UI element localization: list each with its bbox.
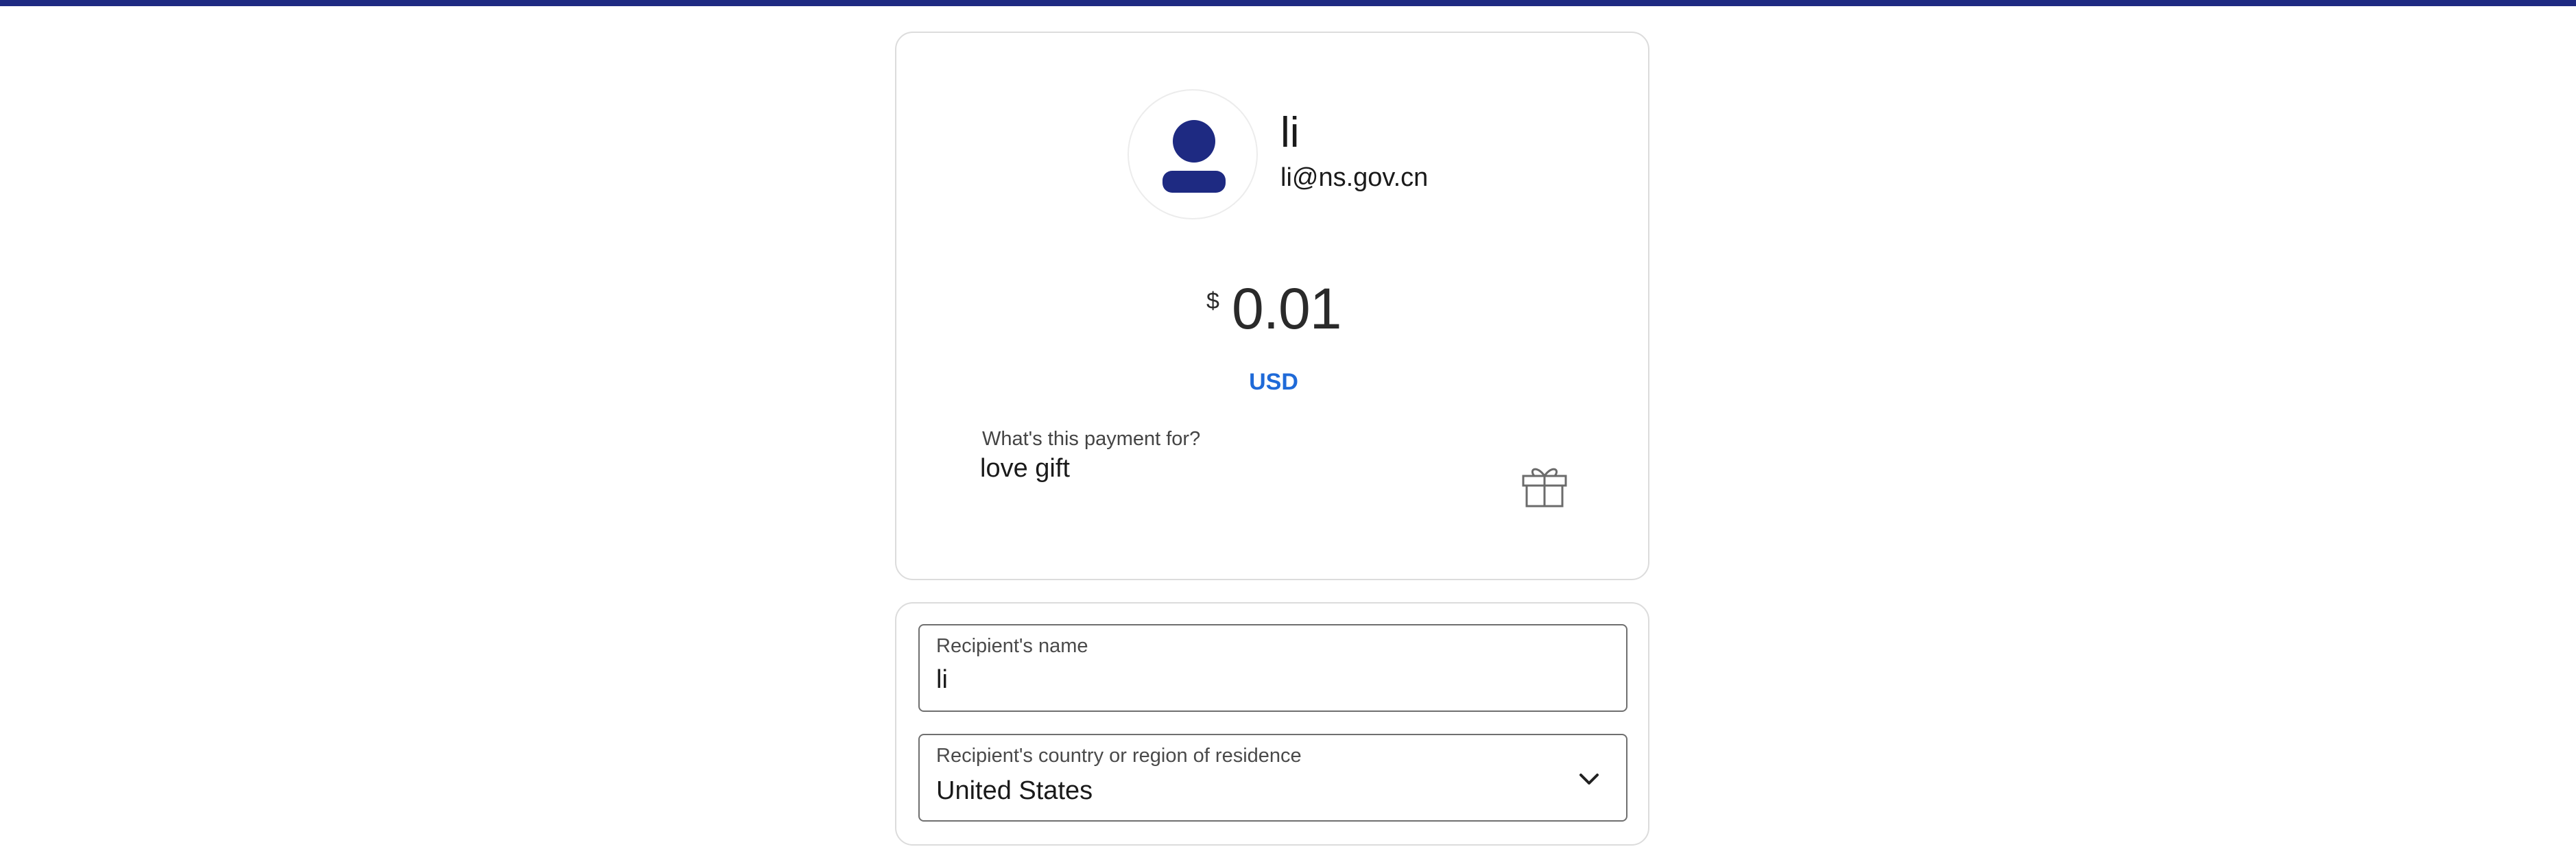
recipient-name-input[interactable] xyxy=(936,665,1553,695)
chevron-down-icon[interactable] xyxy=(1575,765,1603,793)
recipient-name-label: Recipient's name xyxy=(936,635,1088,657)
recipient-name-field[interactable]: Recipient's name xyxy=(918,624,1627,712)
user-icon xyxy=(1162,120,1226,193)
currency-selector-link[interactable]: USD xyxy=(896,369,1651,396)
amount-display[interactable]: $ 0.01 xyxy=(896,272,1651,343)
payment-summary-card: li li@ns.gov.cn $ 0.01 USD What's this p… xyxy=(895,32,1649,580)
amount-value[interactable]: 0.01 xyxy=(1232,274,1341,343)
gift-icon[interactable] xyxy=(1520,462,1569,510)
payment-note-label: What's this payment for? xyxy=(982,428,1201,450)
recipient-details-card: Recipient's name Recipient's country or … xyxy=(895,602,1649,846)
payment-note-input[interactable] xyxy=(980,454,1460,483)
payee-email: li@ns.gov.cn xyxy=(1280,163,1429,192)
payee-name: li xyxy=(1280,109,1300,156)
top-brand-bar xyxy=(0,0,2576,6)
recipient-country-select[interactable]: Recipient's country or region of residen… xyxy=(918,734,1627,822)
recipient-country-label: Recipient's country or region of residen… xyxy=(936,745,1302,767)
recipient-country-value: United States xyxy=(936,776,1093,805)
currency-symbol: $ xyxy=(1206,288,1219,314)
avatar xyxy=(1128,89,1258,219)
